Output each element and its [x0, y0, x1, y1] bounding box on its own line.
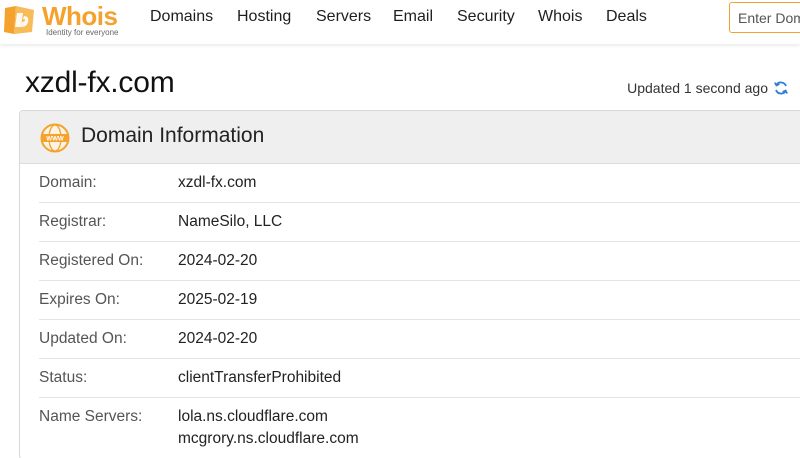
domain-search-input[interactable] — [729, 2, 800, 33]
panel-header: WWW Domain Information — [20, 111, 800, 164]
www-globe-icon: WWW — [40, 123, 70, 153]
name-server-1: lola.ns.cloudflare.com — [178, 408, 328, 425]
nav-item-servers[interactable]: Servers — [316, 8, 371, 26]
row-value: NameSilo, LLC — [178, 213, 283, 230]
page-title: xzdl-fx.com — [25, 66, 175, 99]
row-value: 2024-02-20 — [178, 330, 258, 347]
row-value: clientTransferProhibited — [178, 369, 342, 386]
row-value: xzdl-fx.com — [178, 174, 257, 191]
row-label: Updated On: — [39, 330, 127, 347]
row-label: Registered On: — [39, 252, 144, 269]
info-row-updated-on: Updated On: 2024-02-20 — [39, 320, 800, 359]
row-value: 2024-02-20 — [178, 252, 258, 269]
row-label: Expires On: — [39, 291, 120, 308]
row-label: Domain: — [39, 174, 97, 191]
panel-title: Domain Information — [81, 124, 265, 147]
info-row-domain: Domain: xzdl-fx.com — [39, 164, 800, 203]
row-label: Status: — [39, 369, 88, 386]
domain-information-panel: WWW Domain Information Domain: xzdl-fx.c… — [19, 110, 800, 458]
nav-item-security[interactable]: Security — [457, 8, 515, 26]
info-row-expires-on: Expires On: 2025-02-19 — [39, 281, 800, 320]
name-server-2: mcgrory.ns.cloudflare.com — [178, 430, 359, 447]
info-row-registered-on: Registered On: 2024-02-20 — [39, 242, 800, 281]
nav-item-domains[interactable]: Domains — [150, 8, 213, 26]
nav-item-email[interactable]: Email — [393, 8, 433, 26]
row-label: Name Servers: — [39, 408, 143, 425]
last-updated: Updated 1 second ago — [627, 80, 789, 96]
info-row-name-servers: Name Servers: lola.ns.cloudflare.com mcg… — [39, 398, 800, 458]
nav-item-whois[interactable]: Whois — [538, 8, 582, 26]
whois-logo-icon — [4, 6, 34, 34]
info-row-status: Status: clientTransferProhibited — [39, 359, 800, 398]
info-row-registrar: Registrar: NameSilo, LLC — [39, 203, 800, 242]
nav-item-deals[interactable]: Deals — [606, 8, 647, 26]
nav-item-hosting[interactable]: Hosting — [237, 8, 291, 26]
whois-logo[interactable]: Whois Identity for everyone — [2, 1, 126, 38]
svg-text:WWW: WWW — [46, 136, 64, 143]
logo-tagline: Identity for everyone — [46, 28, 119, 37]
top-navigation-bar: Whois Identity for everyone Domains Host… — [0, 0, 800, 44]
updated-text: Updated 1 second ago — [627, 80, 768, 96]
row-value: 2025-02-19 — [178, 291, 258, 308]
row-label: Registrar: — [39, 213, 107, 230]
refresh-icon[interactable] — [773, 80, 789, 96]
